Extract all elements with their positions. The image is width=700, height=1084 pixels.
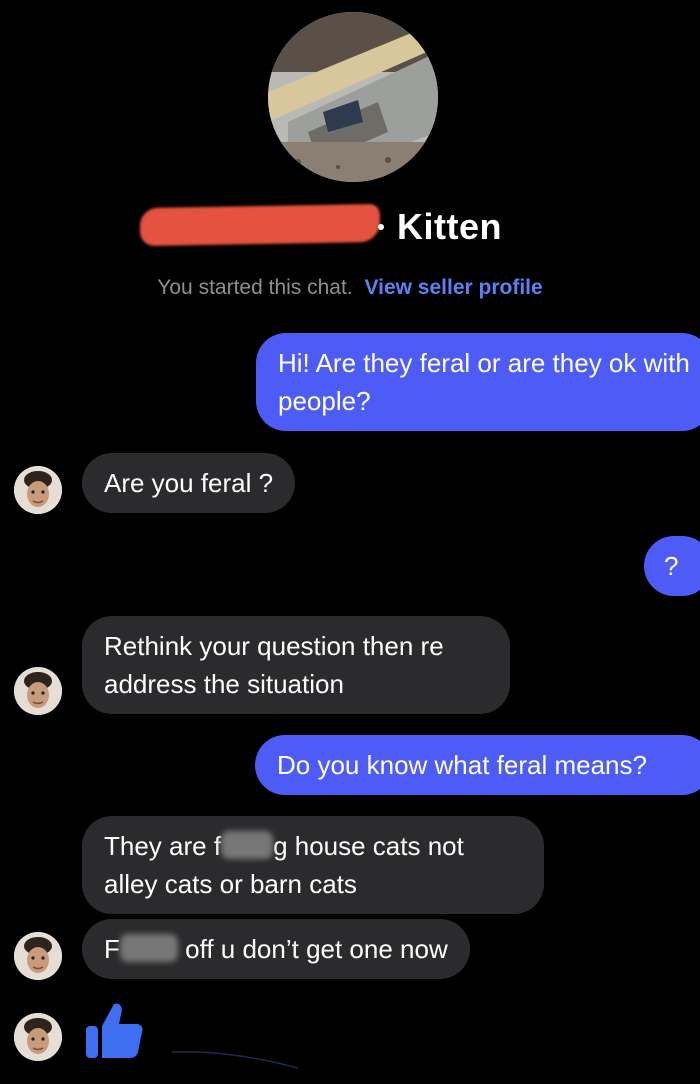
listing-photo[interactable] xyxy=(268,12,438,182)
listing-photo-image xyxy=(268,12,438,182)
message-received[interactable]: F off u don’t get one now xyxy=(82,919,470,979)
seller-avatar[interactable] xyxy=(14,667,62,715)
message-sent[interactable]: Do you know what feral means? xyxy=(255,735,700,795)
chat-info-line: You started this chat. View seller profi… xyxy=(0,276,700,300)
message-text: Are you feral ? xyxy=(104,468,274,498)
message-received[interactable]: Are you feral ? xyxy=(82,453,296,513)
started-text: You started this chat. xyxy=(157,276,353,299)
censored-word xyxy=(119,934,178,962)
chat-title: Kitten xyxy=(0,200,700,256)
message-text: Hi! Are they feral or are they ok with p… xyxy=(278,348,690,416)
seller-avatar[interactable] xyxy=(14,932,62,980)
decorative-stroke xyxy=(171,1051,299,1069)
message-text: Do you know what feral means? xyxy=(277,750,647,780)
thumbs-up-icon[interactable] xyxy=(84,1000,144,1060)
message-text-start: F xyxy=(104,934,120,964)
title-separator xyxy=(378,224,384,230)
message-sent[interactable]: Hi! Are they feral or are they ok with p… xyxy=(256,333,700,431)
view-seller-profile-link[interactable]: View seller profile xyxy=(365,276,543,299)
message-text: Rethink your question then re address th… xyxy=(104,631,444,699)
seller-avatar[interactable] xyxy=(14,1013,62,1061)
message-received[interactable]: They are fg house cats not alley cats or… xyxy=(82,816,544,914)
censored-word xyxy=(221,831,274,859)
seller-avatar[interactable] xyxy=(14,466,62,514)
redacted-name xyxy=(139,203,381,247)
message-received[interactable]: Rethink your question then re address th… xyxy=(82,616,510,714)
listing-title: Kitten xyxy=(397,206,502,247)
message-text: ? xyxy=(664,551,679,581)
message-text-end: off u don’t get one now xyxy=(177,934,448,964)
message-sent[interactable]: ? xyxy=(644,536,700,596)
message-text-start: They are f xyxy=(104,831,222,861)
